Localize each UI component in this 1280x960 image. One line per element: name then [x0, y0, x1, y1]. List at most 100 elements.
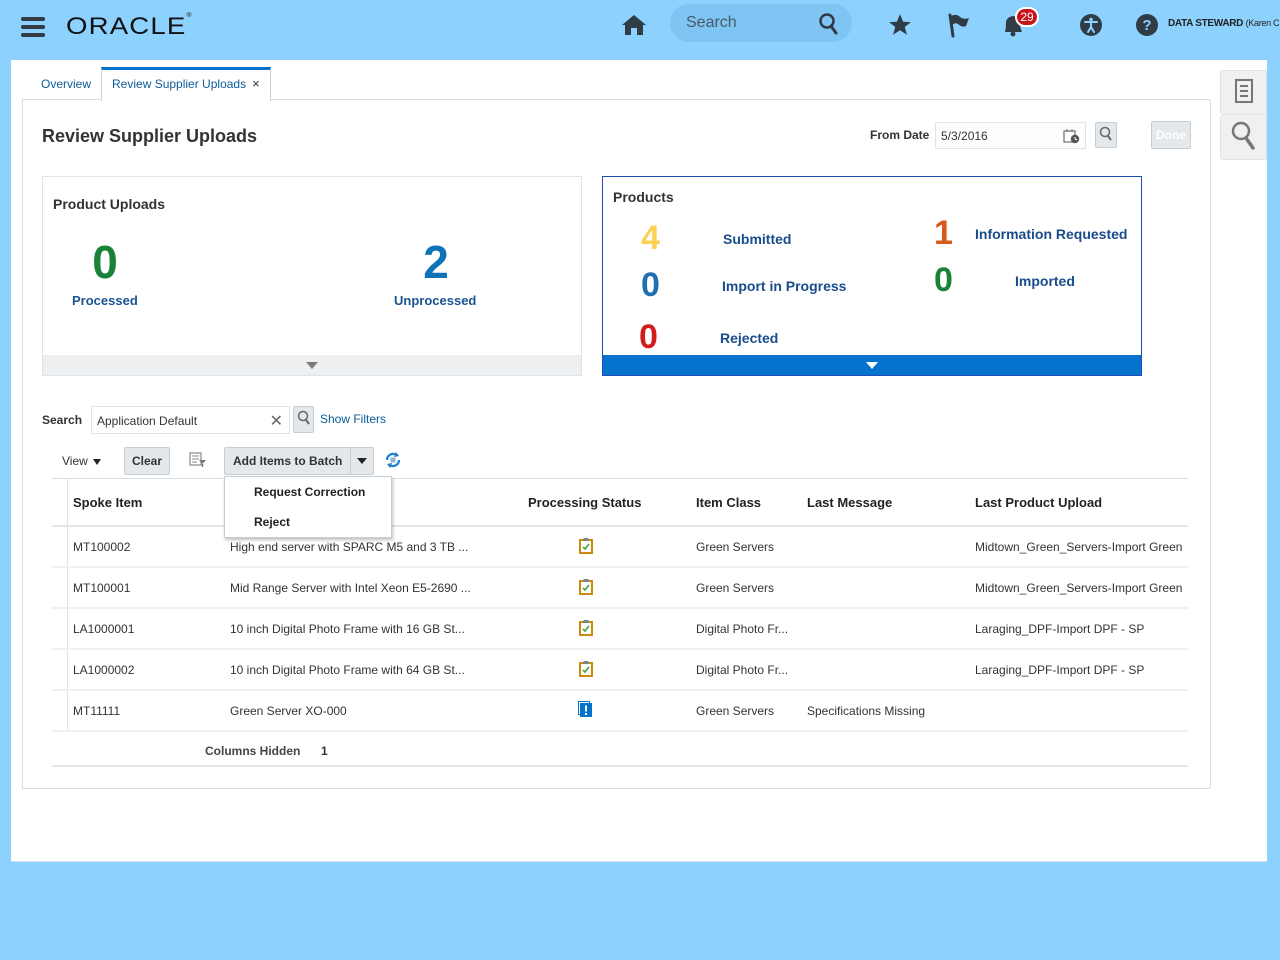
item-class-cell: Digital Photo Fr...	[696, 621, 789, 636]
row-selector-column[interactable]	[67, 691, 68, 730]
spoke-item-link[interactable]: LA1000001	[73, 609, 223, 648]
table-row[interactable]: MT11111 Green Server XO-000 Green Server…	[52, 691, 1188, 732]
close-tab-icon[interactable]: ×	[252, 76, 260, 91]
column-header-item-class[interactable]: Item Class	[696, 479, 796, 525]
row-selector-column[interactable]	[67, 609, 68, 648]
expand-products-toggle[interactable]	[603, 355, 1141, 375]
last-message-cell	[807, 650, 967, 689]
submitted-link[interactable]: Submitted	[723, 231, 791, 247]
tab-review-supplier-uploads[interactable]: Review Supplier Uploads ×	[101, 67, 271, 101]
view-menu[interactable]: View	[62, 454, 101, 468]
last-product-upload-cell: Laraging_DPF-Import DPF - SP	[975, 621, 1145, 636]
global-search-input[interactable]	[686, 14, 816, 32]
expand-product-uploads-toggle[interactable]	[43, 355, 581, 375]
notifications-count-badge[interactable]: 29	[1015, 7, 1039, 27]
user-name: (Karen C...	[1245, 18, 1280, 28]
table-row[interactable]: MT100002 High end server with SPARC M5 a…	[52, 527, 1188, 568]
saved-search-value: Application Default	[97, 414, 198, 428]
calendar-icon[interactable]	[1063, 128, 1080, 147]
spoke-item-link[interactable]: MT100002	[73, 527, 223, 566]
processing-status-cell	[528, 691, 643, 730]
expand-arrow-icon	[306, 361, 318, 369]
home-icon[interactable]	[619, 10, 649, 40]
table-row[interactable]: MT100001 Mid Range Server with Intel Xeo…	[52, 568, 1188, 609]
refresh-icon[interactable]	[384, 451, 402, 472]
tab-label: Overview	[41, 77, 92, 91]
table-row[interactable]: LA1000002 10 inch Digital Photo Frame wi…	[52, 650, 1188, 691]
description-cell: Green Server XO-000	[230, 703, 347, 718]
navigator-menu-icon[interactable]	[21, 17, 45, 37]
help-icon[interactable]: ?	[1132, 10, 1162, 40]
row-selector-column[interactable]	[67, 650, 68, 689]
date-search-button[interactable]	[1095, 122, 1117, 148]
search-icon[interactable]	[818, 12, 840, 39]
add-items-to-batch-label[interactable]: Add Items to Batch	[225, 448, 352, 474]
expand-arrow-icon	[866, 361, 878, 369]
clear-button[interactable]: Clear	[124, 447, 170, 475]
search-icon	[1099, 126, 1113, 145]
last-message-cell	[807, 568, 967, 607]
watchlist-flag-icon[interactable]	[943, 10, 973, 40]
import-in-progress-count: 0	[641, 266, 660, 304]
table-header-row: Spoke Item Description Processing Status…	[52, 478, 1188, 527]
favorites-star-icon[interactable]	[885, 10, 915, 40]
accessibility-icon[interactable]	[1076, 10, 1106, 40]
search-label: Search	[42, 413, 83, 427]
processed-link[interactable]: Processed	[72, 293, 138, 308]
search-panel-button[interactable]	[1220, 115, 1267, 160]
from-date-input[interactable]: 5/3/2016	[935, 122, 1086, 149]
saved-search-input[interactable]: Application Default ✕	[91, 406, 290, 434]
row-selector-column[interactable]	[67, 527, 68, 566]
oracle-logo: ORACLE®	[66, 13, 193, 40]
tab-label: Review Supplier Uploads	[112, 77, 247, 91]
item-class-cell: Green Servers	[696, 539, 775, 554]
user-menu[interactable]: DATA STEWARD (Karen C...	[1168, 18, 1280, 29]
column-header-last-message[interactable]: Last Message	[807, 479, 967, 525]
card-title: Product Uploads	[53, 196, 166, 212]
column-header-last-product-upload[interactable]: Last Product Upload	[975, 479, 1188, 525]
row-selector-column[interactable]	[67, 568, 68, 607]
clear-search-icon[interactable]: ✕	[270, 411, 283, 431]
tab-overview[interactable]: Overview	[31, 68, 101, 100]
global-search[interactable]	[670, 4, 852, 42]
imported-link[interactable]: Imported	[1015, 273, 1075, 289]
tasks-panel-button[interactable]	[1220, 70, 1267, 115]
import-in-progress-link[interactable]: Import in Progress	[722, 278, 846, 294]
rejected-link[interactable]: Rejected	[720, 330, 778, 346]
menu-item-request-correction[interactable]: Request Correction	[225, 477, 391, 507]
spoke-item-link[interactable]: MT100001	[73, 568, 223, 607]
processed-count: 0	[92, 236, 118, 288]
information-requested-link[interactable]: Information Requested	[975, 226, 1127, 242]
batch-menu-toggle[interactable]	[351, 448, 373, 474]
processing-status-cell	[528, 650, 643, 689]
search-button[interactable]	[293, 406, 314, 433]
add-items-to-batch-button[interactable]: Add Items to Batch	[224, 447, 374, 475]
description-cell: Mid Range Server with Intel Xeon E5-2690…	[230, 580, 471, 595]
column-header-processing-status[interactable]: Processing Status	[528, 479, 643, 525]
products-card: Products 4 Submitted 0 Import in Progres…	[602, 176, 1142, 376]
caret-down-icon	[92, 458, 101, 465]
search-icon	[297, 410, 311, 429]
menu-item-reject[interactable]: Reject	[225, 507, 391, 537]
information-requested-icon	[578, 700, 593, 721]
product-uploads-card: Product Uploads 0 Processed 2 Unprocesse…	[42, 176, 582, 376]
done-button[interactable]: Done	[1151, 121, 1191, 149]
unprocessed-link[interactable]: Unprocessed	[394, 293, 476, 308]
show-filters-link[interactable]: Show Filters	[320, 412, 386, 426]
columns-hidden-label: Columns Hidden	[205, 744, 301, 758]
filter-list-icon[interactable]	[189, 452, 207, 471]
spoke-item-link[interactable]: MT11111	[73, 691, 223, 730]
last-product-upload-cell: Laraging_DPF-Import DPF - SP	[975, 662, 1145, 677]
last-message-cell	[807, 527, 967, 566]
user-role: DATA STEWARD	[1168, 18, 1244, 29]
supplier-items-table: Spoke Item Description Processing Status…	[52, 478, 1188, 767]
document-list-icon	[1234, 79, 1254, 106]
unprocessed-count: 2	[423, 236, 449, 288]
spoke-item-link[interactable]: LA1000002	[73, 650, 223, 689]
table-row[interactable]: LA1000001 10 inch Digital Photo Frame wi…	[52, 609, 1188, 650]
column-header-spoke-item[interactable]: Spoke Item	[73, 479, 223, 525]
item-class-cell: Green Servers	[696, 580, 775, 595]
svg-text:?: ?	[1142, 17, 1151, 34]
item-class-cell: Green Servers	[696, 703, 775, 718]
rejected-count: 0	[639, 318, 658, 356]
